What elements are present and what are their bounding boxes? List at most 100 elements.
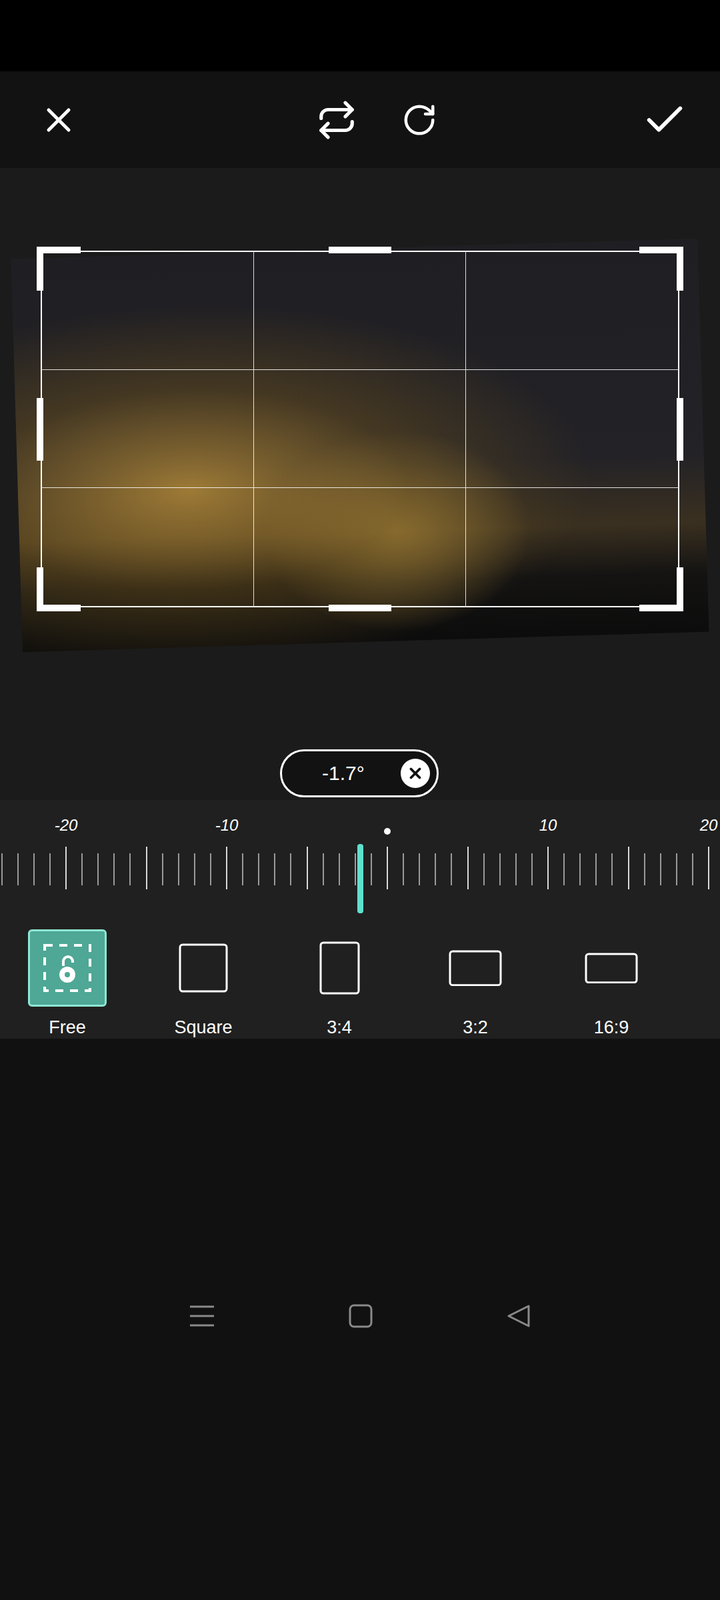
ruler-label: 10 bbox=[539, 816, 558, 835]
grid-cell bbox=[254, 370, 466, 488]
ruler-tick bbox=[499, 853, 501, 886]
aspect-ratio-icon bbox=[178, 943, 228, 993]
crop-handle[interactable] bbox=[328, 246, 392, 254]
ruler-tick bbox=[628, 846, 630, 890]
aspect-bar: Free Square 3:4 3:2 16:9 bbox=[0, 916, 720, 1039]
flip-icon bbox=[316, 99, 358, 141]
canvas bbox=[0, 168, 720, 750]
apply-button[interactable] bbox=[636, 91, 694, 149]
aspect-icon-box bbox=[164, 929, 243, 1007]
grid-cell bbox=[466, 370, 678, 488]
ruler-tick bbox=[258, 853, 260, 886]
ruler-tick bbox=[370, 853, 372, 886]
aspect-option[interactable]: Free bbox=[28, 929, 107, 1038]
crop-frame[interactable] bbox=[40, 250, 680, 608]
aspect-label: Free bbox=[48, 1017, 86, 1038]
ruler-label: -20 bbox=[54, 816, 78, 835]
ruler-tick bbox=[49, 853, 51, 886]
ruler-tick bbox=[579, 853, 581, 886]
ruler-label: 20 bbox=[700, 816, 718, 835]
aspect-label: 16:9 bbox=[594, 1017, 630, 1038]
ruler-tick bbox=[33, 853, 35, 886]
flip-button[interactable] bbox=[310, 94, 363, 146]
ruler-indicator[interactable] bbox=[357, 844, 364, 914]
rotate-button[interactable] bbox=[396, 96, 443, 144]
ruler-tick bbox=[434, 853, 436, 886]
ruler-tick bbox=[692, 853, 694, 886]
ruler-tick bbox=[708, 846, 710, 890]
crop-corner[interactable] bbox=[36, 246, 81, 291]
check-icon bbox=[641, 96, 688, 144]
crop-handle[interactable] bbox=[36, 398, 44, 461]
ruler-tick bbox=[194, 853, 196, 886]
aspect-option[interactable]: 3:4 bbox=[300, 929, 379, 1038]
aspect-option[interactable]: 16:9 bbox=[572, 929, 651, 1038]
angle-row: -1.7° bbox=[0, 749, 720, 800]
ruler-tick bbox=[418, 853, 420, 886]
aspect-icon-box bbox=[436, 929, 515, 1007]
ruler-tick bbox=[322, 853, 324, 886]
crop-stage bbox=[0, 225, 720, 666]
angle-ruler[interactable]: -20 -10 10 20 bbox=[0, 800, 720, 916]
ruler-tick bbox=[306, 846, 308, 890]
ruler-tick bbox=[242, 853, 244, 886]
ruler-label: -10 bbox=[215, 816, 239, 835]
crop-corner[interactable] bbox=[639, 567, 684, 612]
ruler-tick bbox=[660, 853, 662, 886]
ruler-tick bbox=[515, 853, 517, 886]
crop-handle[interactable] bbox=[676, 398, 684, 461]
aspect-option[interactable]: Square bbox=[164, 929, 243, 1038]
ruler-tick bbox=[81, 853, 83, 886]
home-icon[interactable] bbox=[348, 1304, 373, 1328]
ruler-tick bbox=[162, 853, 164, 886]
aspect-ratio-icon bbox=[584, 952, 638, 984]
close-icon bbox=[406, 764, 424, 782]
crop-corner[interactable] bbox=[36, 567, 81, 612]
crop-handle[interactable] bbox=[328, 604, 392, 612]
crop-corner[interactable] bbox=[639, 246, 684, 291]
ruler-tick bbox=[402, 853, 404, 886]
aspect-icon-box bbox=[28, 929, 107, 1007]
aspect-icon-box bbox=[572, 929, 651, 1007]
ruler-tick bbox=[129, 853, 131, 886]
reset-angle-button[interactable] bbox=[400, 758, 430, 788]
ruler-tick bbox=[338, 853, 340, 886]
aspect-ratio-icon bbox=[448, 950, 502, 987]
ruler-tick bbox=[1, 853, 3, 886]
ruler-tick bbox=[290, 853, 292, 886]
aspect-label: 3:2 bbox=[462, 1017, 488, 1038]
zero-dot bbox=[384, 828, 391, 835]
rotate-icon bbox=[401, 102, 438, 138]
ruler-tick bbox=[676, 853, 678, 886]
grid-cell bbox=[42, 252, 254, 370]
grid-cell bbox=[254, 252, 466, 370]
angle-reading: -1.7° bbox=[322, 762, 365, 785]
free-crop-icon bbox=[41, 942, 94, 994]
ruler-tick bbox=[178, 853, 180, 886]
ruler-tick bbox=[354, 853, 356, 886]
ruler-tick bbox=[65, 846, 67, 890]
ruler-tick bbox=[386, 846, 388, 890]
aspect-option[interactable]: 3:2 bbox=[436, 929, 515, 1038]
back-icon[interactable] bbox=[506, 1303, 532, 1329]
grid-cell bbox=[254, 488, 466, 606]
close-button[interactable] bbox=[33, 94, 84, 146]
ruler-tick bbox=[146, 846, 148, 890]
navigation-bar bbox=[0, 1038, 720, 1600]
ruler-tick bbox=[113, 853, 115, 886]
grid-cell bbox=[466, 252, 678, 370]
status-bar bbox=[0, 0, 720, 72]
ruler-tick bbox=[450, 853, 452, 886]
photo bbox=[10, 238, 709, 652]
grid-cell bbox=[42, 488, 254, 606]
ruler-tick bbox=[483, 853, 485, 886]
aspect-label: Square bbox=[174, 1017, 232, 1038]
ruler-tick bbox=[467, 846, 469, 890]
ruler-tick bbox=[531, 853, 533, 886]
menu-icon[interactable] bbox=[188, 1304, 216, 1328]
toolbar bbox=[0, 71, 720, 168]
aspect-icon-box bbox=[300, 929, 379, 1007]
ruler-tick bbox=[210, 853, 212, 886]
ruler-tick bbox=[97, 853, 99, 886]
aspect-label: 3:4 bbox=[326, 1017, 352, 1038]
